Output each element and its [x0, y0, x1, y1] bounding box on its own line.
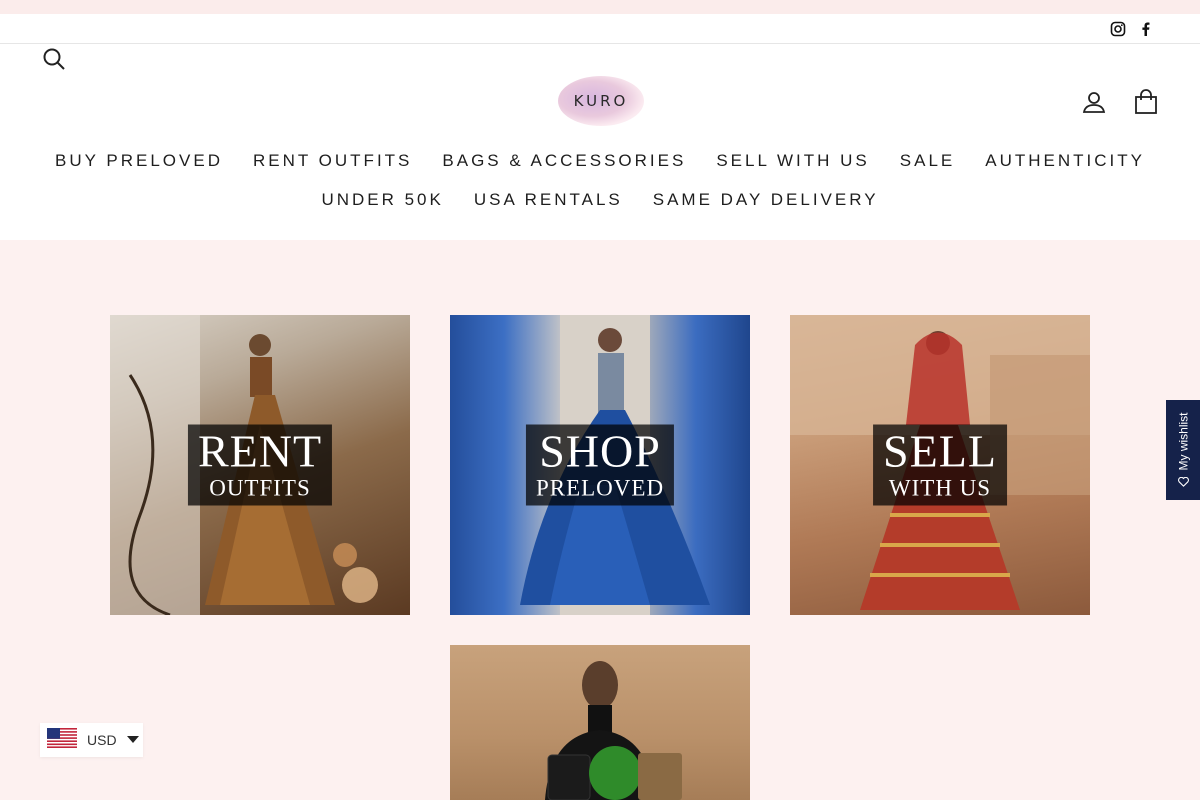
logo-text: KURO [573, 92, 629, 110]
nav-buy-preloved[interactable]: BUY PRELOVED [55, 151, 223, 171]
shop-preloved-title: SHOP [539, 425, 661, 477]
nav-sell-with-us[interactable]: SELL WITH US [716, 151, 869, 171]
shop-preloved-tile[interactable]: SHOP PRELOVED [450, 315, 750, 615]
wishlist-label: My wishlist [1176, 412, 1191, 471]
rent-outfits-label: RENT OUTFITS [187, 424, 333, 506]
sell-with-us-tile[interactable]: SELL WITH US [790, 315, 1090, 615]
category-grid: RENT OUTFITS SHOP PRELOVED SELL WITH US [0, 240, 1200, 800]
sell-with-us-title: SELL [883, 425, 997, 477]
heart-icon [1177, 477, 1189, 487]
currency-selector[interactable]: USD [40, 723, 143, 757]
caret-down-icon [126, 731, 139, 749]
bags-accessories-image [545, 661, 682, 800]
currency-code: USD [87, 732, 117, 748]
shop-preloved-label: SHOP PRELOVED [525, 424, 675, 506]
sell-with-us-label: SELL WITH US [873, 424, 1007, 506]
shopping-bag-icon[interactable] [1134, 89, 1158, 115]
rent-outfits-title: RENT [197, 425, 323, 477]
sell-with-us-subtitle: WITH US [888, 475, 992, 501]
user-icon[interactable] [1082, 90, 1106, 114]
search-icon[interactable] [42, 47, 66, 71]
site-logo[interactable]: KURO [556, 72, 646, 130]
us-flag-icon [47, 727, 77, 753]
site-header: KURO BUY PRELOVED RENT OUTFITS BAGS & AC… [0, 44, 1200, 240]
nav-rent-outfits[interactable]: RENT OUTFITS [253, 151, 412, 171]
main-nav-row-1: BUY PRELOVED RENT OUTFITS BAGS & ACCESSO… [0, 151, 1200, 171]
rent-outfits-tile[interactable]: RENT OUTFITS [110, 315, 410, 615]
nav-usa-rentals[interactable]: USA RENTALS [474, 190, 623, 210]
shop-preloved-subtitle: PRELOVED [535, 475, 665, 501]
nav-under-50k[interactable]: UNDER 50K [321, 190, 443, 210]
nav-same-day-delivery[interactable]: SAME DAY DELIVERY [653, 190, 879, 210]
bags-accessories-tile[interactable] [450, 645, 750, 800]
main-nav-row-2: UNDER 50K USA RENTALS SAME DAY DELIVERY [0, 190, 1200, 210]
rent-outfits-subtitle: OUTFITS [209, 475, 311, 501]
wishlist-tab[interactable]: My wishlist [1166, 400, 1200, 500]
nav-sale[interactable]: SALE [900, 151, 955, 171]
nav-authenticity[interactable]: AUTHENTICITY [985, 151, 1145, 171]
nav-bags-accessories[interactable]: BAGS & ACCESSORIES [442, 151, 686, 171]
